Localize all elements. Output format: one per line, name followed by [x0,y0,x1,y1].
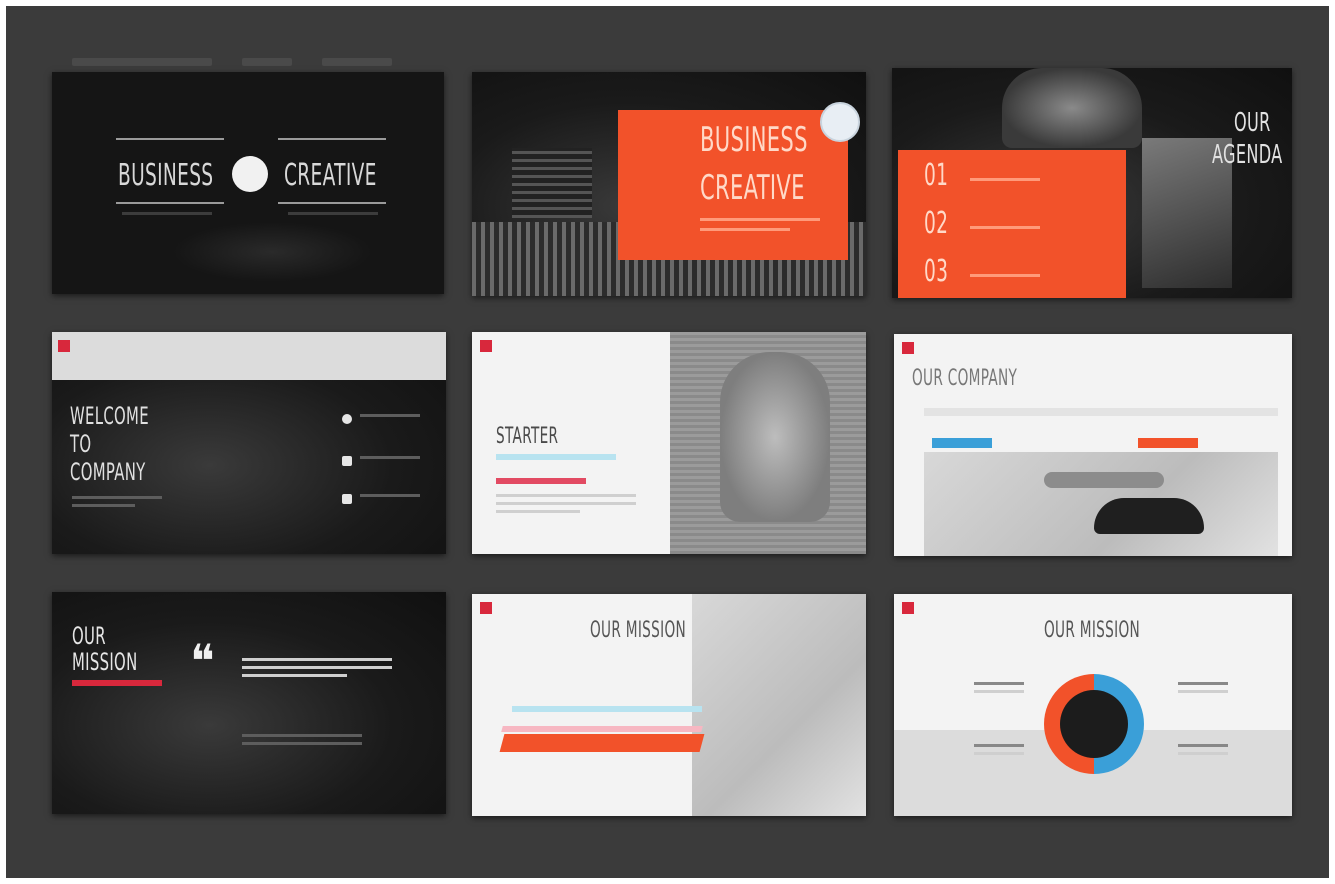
person-photo [670,332,866,554]
ring-photo [1060,690,1128,758]
top-bar-segment [242,58,292,66]
slide-thumbnail-8[interactable]: OUR MISSION [472,594,866,816]
divider [278,202,386,204]
gallery-frame: BUSINESS CREATIVE BUSINESS CREATIVE 01 0… [6,6,1329,878]
subtitle-line [700,218,820,221]
person-icon [342,414,352,424]
header-band [52,332,446,380]
subtitle-line [288,212,378,215]
blue-tag [932,438,992,448]
contact-lines [360,494,420,502]
agenda-line [970,274,1040,277]
hands-photo [692,594,866,816]
orange-tag [1138,438,1198,448]
accent-bar [496,478,586,484]
slide-thumbnail-7[interactable]: OUR MISSION ❝ [52,592,446,814]
plane-shape [1044,472,1164,488]
background-photo [512,148,592,218]
camera-photo [1002,68,1142,148]
slide-thumbnail-4[interactable]: WELCOME TO COMPANY [52,332,446,554]
agenda-line [970,178,1040,181]
accent-band-top [501,726,703,732]
top-bar-segment [72,58,212,66]
agenda-number: 03 [924,254,949,289]
slide-title: OUR COMPANY [912,366,1018,391]
subtitle-bar [496,454,616,460]
subtitle-line [122,212,212,215]
body-lines [496,494,636,518]
slide-title-line3: COMPANY [70,458,146,486]
agenda-panel: 01 02 03 [898,150,1126,298]
brand-square [902,602,914,614]
agenda-number: 02 [924,206,949,241]
person-figure [720,352,830,522]
brand-square [480,340,492,352]
slide-title-line2: CREATIVE [700,168,805,208]
divider [116,138,224,140]
accent-band [499,734,705,752]
ring-chart [1044,674,1144,774]
slide-title-line1: OUR [72,622,106,650]
accent-bar [72,680,162,686]
brand-square [480,602,492,614]
slide-title: STARTER [496,424,559,449]
agenda-line [970,226,1040,229]
slide-title-line2: TO [70,430,92,458]
brand-square [58,340,70,352]
slide-word-right: CREATIVE [284,158,377,193]
mail-icon [342,494,352,504]
background-shape [172,222,372,282]
logo-circle [820,102,860,142]
top-bar-segment [322,58,392,66]
contact-lines [360,414,420,422]
logo-circle [232,156,268,192]
slide-word-left: BUSINESS [118,158,214,193]
body-lines [72,496,162,512]
car-shape [1094,498,1204,534]
side-lines [1178,682,1228,698]
slide-title-line1: OUR [1234,108,1271,138]
side-lines [974,744,1024,760]
car-photo [924,452,1278,556]
slide-title-line1: WELCOME [70,402,149,430]
slide-thumbnail-5[interactable]: STARTER [472,332,866,554]
divider [278,138,386,140]
subtitle-bar [512,706,702,712]
quote-lines [242,658,392,682]
top-bar [72,58,392,68]
slide-thumbnail-6[interactable]: OUR COMPANY [894,334,1292,556]
contact-lines [360,456,420,464]
divider [116,202,224,204]
slide-title-line2: AGENDA [1212,140,1283,170]
slide-thumbnail-3[interactable]: 01 02 03 OUR AGENDA [892,68,1292,298]
side-lines [974,682,1024,698]
slide-title-line1: BUSINESS [700,120,808,160]
agenda-number: 01 [924,158,949,193]
phone-icon [342,456,352,466]
title-panel: BUSINESS CREATIVE [618,110,848,260]
slide-title: OUR MISSION [590,618,687,643]
slide-thumbnail-1[interactable]: BUSINESS CREATIVE [52,72,444,294]
header-line [924,408,1278,416]
slide-title: OUR MISSION [1044,618,1141,643]
subtitle-line [700,228,790,231]
slide-title-line2: MISSION [72,648,138,676]
side-lines [1178,744,1228,760]
slide-thumbnail-2[interactable]: BUSINESS CREATIVE [472,72,866,296]
body-lines [242,734,362,750]
slide-thumbnail-9[interactable]: OUR MISSION [894,594,1292,816]
brand-square [902,342,914,354]
quote-icon: ❝ [190,634,215,688]
